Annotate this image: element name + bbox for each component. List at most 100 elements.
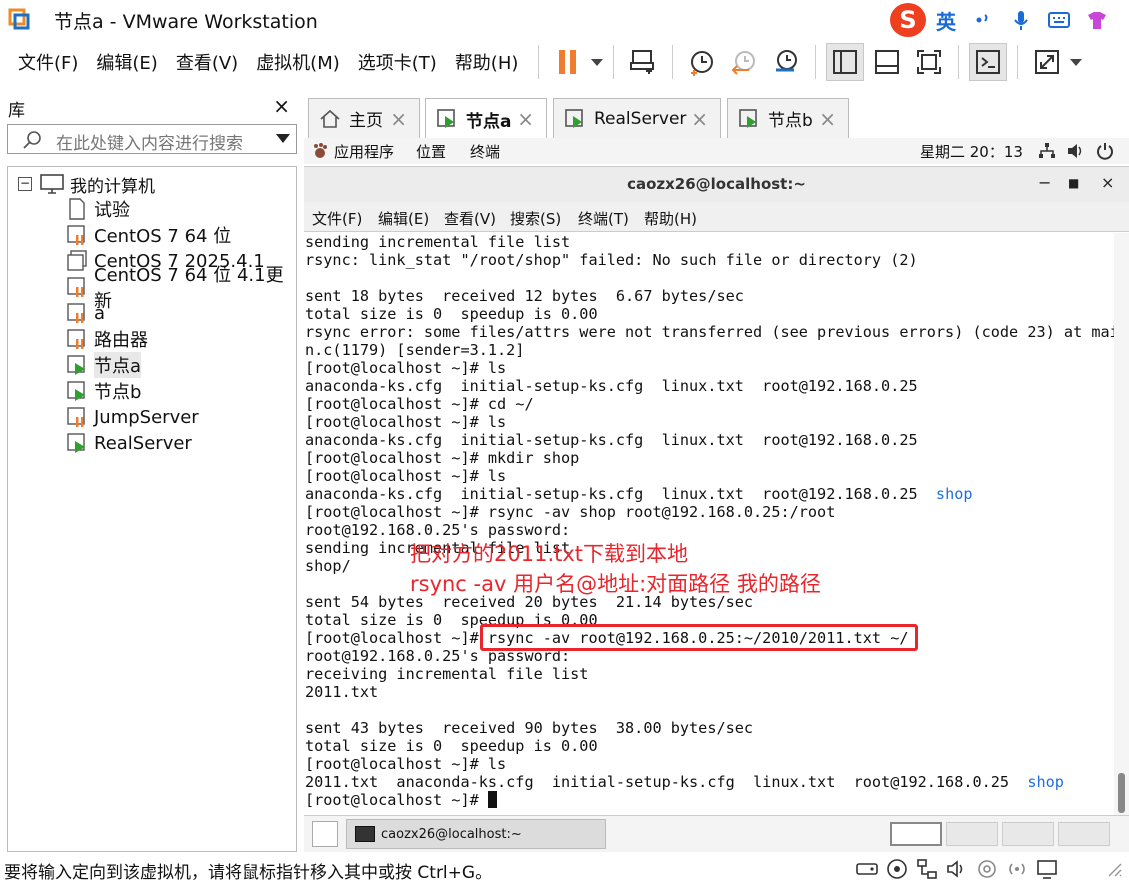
send-ctrl-alt-del-button[interactable] (624, 43, 662, 81)
fullscreen-button[interactable] (910, 43, 948, 81)
search-dropdown-icon[interactable] (276, 134, 290, 143)
tab-node-a[interactable]: 节点a × (425, 98, 547, 139)
scrollbar-thumb[interactable] (1118, 773, 1125, 813)
vm-list-item[interactable]: CentOS 7 64 位 (66, 222, 231, 248)
gnome-places-menu[interactable]: 位置 (416, 141, 446, 162)
hard-disk-icon[interactable] (856, 858, 878, 880)
skin-icon[interactable] (1086, 9, 1108, 31)
library-close-button[interactable]: × (273, 94, 290, 118)
network-adapter-icon[interactable] (916, 858, 938, 880)
library-search-input[interactable]: 在此处键入内容进行搜索 (7, 124, 297, 154)
vm-powered-off-icon (67, 277, 85, 297)
terminal-line-text: shop/ (305, 557, 351, 575)
pause-button[interactable] (549, 43, 587, 81)
snapshot-manager-button[interactable] (767, 43, 805, 81)
keyboard-icon[interactable] (1048, 9, 1070, 31)
terminal-output[interactable]: sending incremental file list rsync: link… (304, 233, 1119, 815)
ime-mode-label[interactable]: 英 (936, 6, 956, 35)
sogou-logo-icon[interactable]: S (890, 3, 926, 37)
volume-icon[interactable] (1066, 142, 1084, 160)
menu-view[interactable]: 查看(V) (167, 49, 247, 75)
ime-toolbar[interactable]: S 英 (890, 2, 1126, 38)
term-menu-search[interactable]: 搜索(S) (510, 208, 561, 229)
cd-rom-icon[interactable] (886, 858, 908, 880)
terminal-scrollbar[interactable] (1114, 233, 1129, 815)
tab-label: RealServer (594, 108, 687, 129)
term-menu-file[interactable]: 文件(F) (312, 208, 362, 229)
tab-close-icon[interactable]: × (819, 107, 836, 131)
vmware-logo-icon (8, 8, 30, 30)
sound-card-icon[interactable] (946, 858, 968, 880)
vm-label: 路由器 (94, 330, 148, 351)
power-icon[interactable] (1096, 142, 1114, 160)
terminal-title: caozx26@localhost:~ (627, 175, 806, 193)
vm-list-item[interactable]: CentOS 7 64 位 4.1更新 (66, 265, 296, 312)
annotation-download-note: 把对方的2011.txt下载到本地 (410, 542, 689, 566)
term-menu-view[interactable]: 查看(V) (444, 208, 496, 229)
pause-dropdown-icon[interactable] (589, 56, 605, 68)
revert-snapshot-button[interactable] (725, 43, 763, 81)
menu-tabs[interactable]: 选项卡(T) (349, 49, 446, 75)
taskbar-window-label: caozx26@localhost:~ (381, 826, 522, 842)
wireless-icon[interactable] (1006, 858, 1028, 880)
tab-close-icon[interactable]: × (691, 107, 708, 131)
vm-list-item[interactable]: 节点b (66, 378, 141, 404)
collapse-toggle-icon[interactable]: − (18, 177, 32, 191)
terminal-line: anaconda-ks.cfg initial-setup-ks.cfg lin… (305, 485, 1114, 503)
menu-file[interactable]: 文件(F) (9, 49, 87, 75)
stretch-dropdown-icon[interactable] (1068, 56, 1084, 68)
thumbnail-bar-button[interactable] (868, 43, 906, 81)
snapshot-button[interactable] (683, 43, 721, 81)
stretch-button[interactable] (1028, 43, 1066, 81)
workspace-1[interactable] (890, 822, 942, 846)
terminal-line-text: sending incremental file list (305, 233, 571, 251)
taskbar-window-button[interactable]: caozx26@localhost:~ (346, 819, 606, 849)
vm-list-item[interactable]: a (66, 300, 105, 326)
snapshot-manager-icon (776, 50, 797, 72)
gnome-clock[interactable]: 星期二 20：13 (920, 141, 1023, 162)
vm-list-item[interactable]: 路由器 (66, 326, 148, 352)
minimize-icon[interactable]: − (1038, 173, 1051, 192)
microphone-icon[interactable] (1010, 9, 1032, 31)
terminal-line: 2011.txt (305, 683, 1114, 701)
close-icon[interactable]: × (1101, 173, 1114, 192)
workspace-4[interactable] (1058, 822, 1110, 846)
gnome-applications-menu[interactable]: 应用程序 (334, 141, 394, 162)
tab-realserver[interactable]: RealServer × (553, 98, 721, 138)
maximize-icon[interactable]: ■ (1068, 176, 1079, 190)
punctuation-icon[interactable] (972, 9, 994, 31)
gnome-terminal-menu[interactable]: 终端 (470, 141, 500, 162)
vm-list-item[interactable]: RealServer (66, 430, 192, 456)
tab-close-icon[interactable]: × (390, 107, 407, 131)
terminal-line-text: anaconda-ks.cfg initial-setup-ks.cfg lin… (305, 431, 918, 449)
fullscreen-icon (917, 50, 941, 74)
terminal-line-text: root@192.168.0.25's password: (305, 521, 571, 539)
menu-vm[interactable]: 虚拟机(M) (247, 49, 349, 75)
vm-list-item[interactable]: 试验 (66, 196, 130, 222)
resize-grip-icon[interactable] (1103, 858, 1123, 878)
show-desktop-icon[interactable] (312, 821, 338, 847)
term-menu-help[interactable]: 帮助(H) (644, 208, 697, 229)
term-menu-edit[interactable]: 编辑(E) (378, 208, 429, 229)
usb-icon[interactable] (976, 858, 998, 880)
show-library-button[interactable] (826, 43, 864, 81)
vm-console[interactable]: 应用程序 位置 终端 星期二 20：13 caozx26@localhost:~… (304, 138, 1129, 852)
tab-home[interactable]: 主页 × (308, 98, 420, 138)
library-panel: 库 × 在此处键入内容进行搜索 − 我的计算机 试验 CentOS 7 64 位 C… (0, 92, 302, 852)
terminal-line-text: n.c(1179) [sender=3.1.2] (305, 341, 525, 359)
vm-list-item[interactable]: JumpServer (66, 404, 199, 430)
term-menu-terminal[interactable]: 终端(T) (578, 208, 629, 229)
workspace-2[interactable] (946, 822, 998, 846)
tree-root-my-computer[interactable]: − 我的计算机 (18, 171, 155, 197)
display-icon[interactable] (1036, 858, 1058, 880)
workspace-3[interactable] (1002, 822, 1054, 846)
menu-help[interactable]: 帮助(H) (446, 49, 528, 75)
network-icon[interactable] (1038, 142, 1056, 160)
tab-node-b[interactable]: 节点b × (727, 98, 849, 138)
vm-list-item[interactable]: 节点a (66, 352, 142, 378)
title-bar: 节点a - VMware Workstation S 英 (0, 0, 1129, 38)
tab-close-icon[interactable]: × (517, 107, 534, 131)
menu-edit[interactable]: 编辑(E) (87, 49, 166, 75)
console-view-button[interactable] (969, 43, 1007, 81)
